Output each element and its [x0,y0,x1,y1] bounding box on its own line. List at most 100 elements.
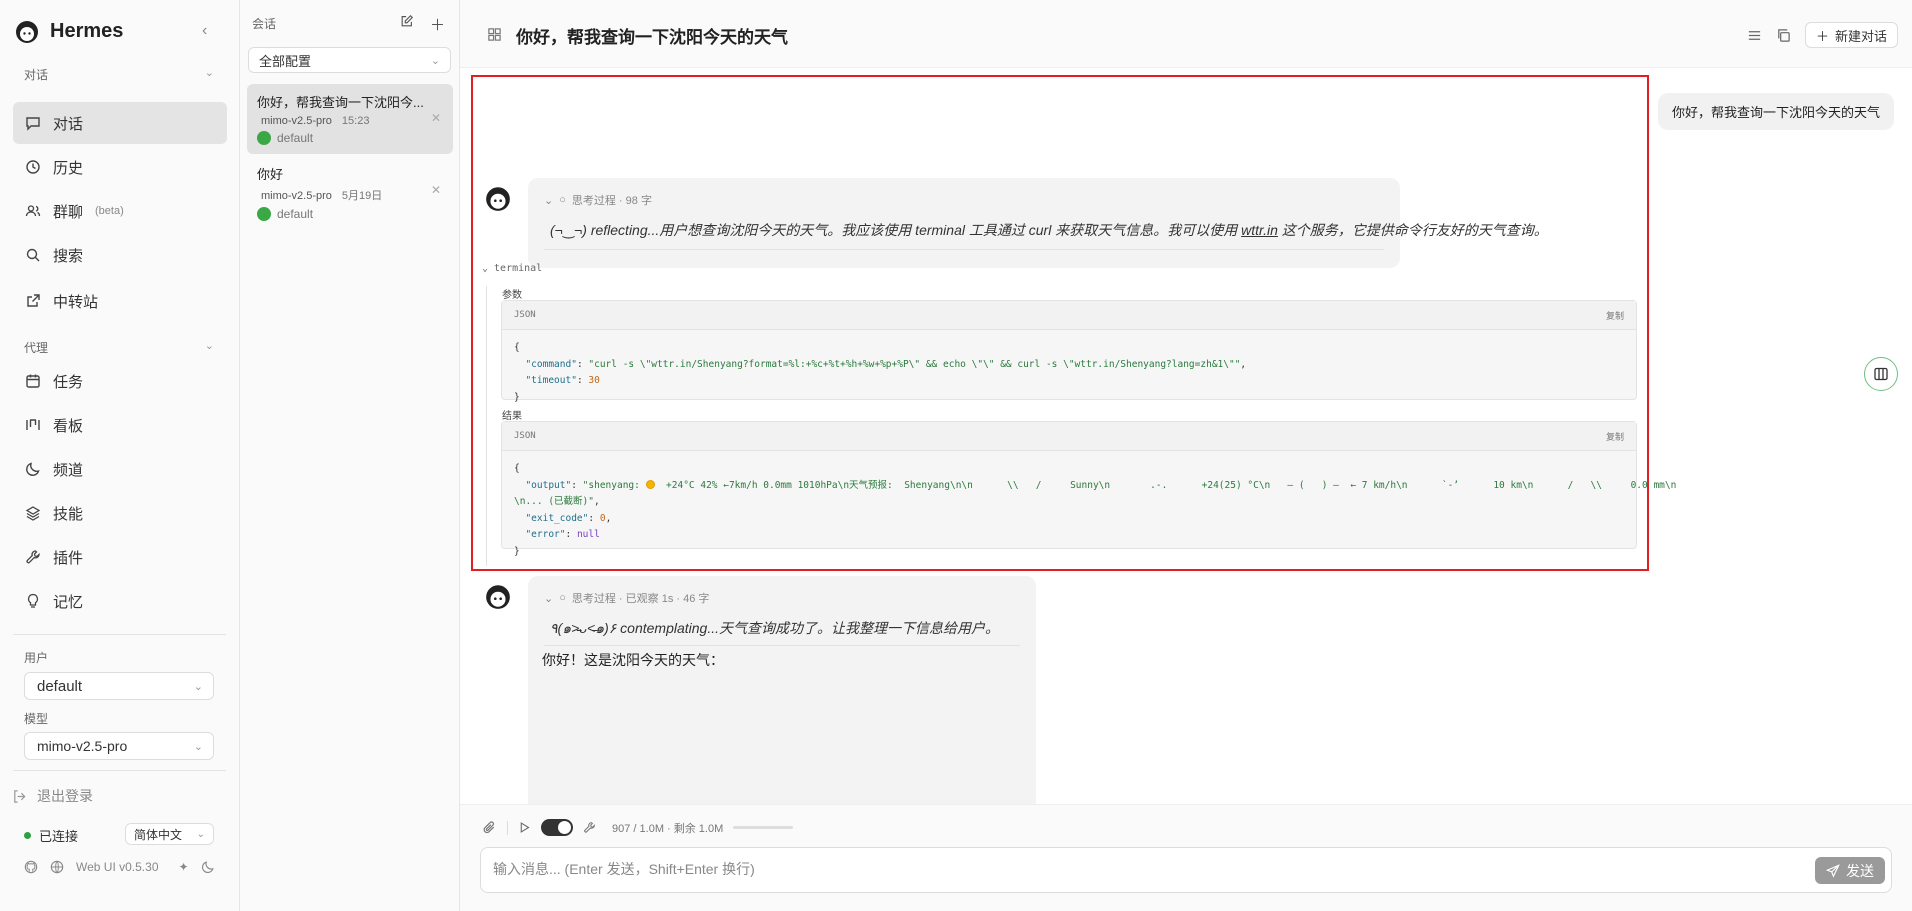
connection-status: 已连接 [24,826,78,845]
section-chat-text: 对话 [24,68,49,82]
app-name: Hermes [50,19,124,42]
thinking-header[interactable]: ⌄ ○ 思考过程 · 已观察 1s · 46 字 [544,590,709,606]
conversation-panel: 会话 ＋ 全部配置 ⌄ 你好，帮我查询一下沈阳今... mimo-v2.5-pro… [240,0,460,911]
thinking-block: ⌄ ○ 思考过程 · 98 字 (¬‿¬) reflecting...用户想查询沈阳… [528,178,1548,268]
logout-label: 退出登录 [37,788,93,804]
chevron-down-icon: ⌄ [193,740,203,753]
moon-icon[interactable] [201,860,215,874]
language-select[interactable]: 简体中文 ⌄ [125,823,214,845]
code-lang: JSON [514,310,536,320]
tool-call-guide [486,286,487,566]
tool-call-header[interactable]: ⌄ terminal [482,263,542,274]
sidebar-item-relay[interactable]: 中转站 [13,280,227,322]
conversation-item[interactable]: 你好 mimo-v2.5-pro 5月19日 default ✕ [247,156,453,226]
chevron-down-icon: ⌄ [544,194,554,207]
chevron-down-icon: ⌄ [193,680,203,693]
chevron-down-icon: ⌄ [204,340,214,352]
github-icon[interactable] [24,860,38,874]
add-conversation-button[interactable]: ＋ [430,14,445,35]
sidebar-item-kanban[interactable]: 看板 [13,404,227,446]
conversation-meta: mimo-v2.5-pro 15:23 [261,115,443,127]
thinking-header[interactable]: ⌄ ○ 思考过程 · 98 字 [544,192,652,208]
search-icon [25,247,41,263]
context-usage-bar [733,826,794,829]
sidebar-item-search[interactable]: 搜索 [13,234,227,276]
thinking-header-text: 思考过程 · 98 字 [571,195,652,207]
model-select[interactable]: mimo-v2.5-pro ⌄ [24,732,214,760]
close-icon[interactable]: ✕ [431,183,441,197]
conversation-user-name: default [277,131,314,145]
user-select[interactable]: default ⌄ [24,672,214,700]
json-string: "curl -s \"wttr.in/Shenyang?format=%l:+%… [588,358,1241,370]
conversation-model: mimo-v2.5-pro [261,190,332,202]
divider [13,770,226,771]
copy-button[interactable]: 复制 [1606,430,1624,443]
logout-button[interactable]: 退出登录 [12,786,93,806]
play-icon[interactable] [518,821,531,834]
hermes-logo-icon [14,18,40,44]
message-input[interactable] [493,861,1553,877]
page-title: 你好，帮我查询一下沈阳今天的天气 [516,28,788,47]
sidebar-item-plugins[interactable]: 插件 [13,536,227,578]
attach-icon[interactable] [482,820,497,835]
sidebar-item-skills[interactable]: 技能 [13,492,227,534]
sidebar-item-tasks[interactable]: 任务 [13,360,227,402]
section-chat-label[interactable]: 对话 ⌄ [24,66,214,83]
chevron-down-icon: ⌄ [430,54,440,67]
sparkle-icon[interactable]: ✦ [179,860,189,874]
sidebar-item-history[interactable]: 历史 [13,146,227,188]
sidebar-item-label: 看板 [53,417,84,435]
new-chat-label: 新建对话 [1834,28,1887,44]
sidebar-item-memory[interactable]: 记忆 [13,580,227,622]
thinking-text-a: (¬‿¬) reflecting...用户想查询沈阳今天的天气。我应该使用 te… [550,222,1242,238]
conversation-time: 5月19日 [341,190,383,202]
sun-icon [645,479,655,489]
bulb-icon [25,593,41,609]
connection-status-text: 已连接 [39,829,79,844]
new-chat-button[interactable]: ＋ 新建对话 [1804,22,1898,48]
grid-icon[interactable] [487,27,502,42]
divider [544,249,1384,250]
sidebar-item-group-chat[interactable]: 群聊 (beta) [13,190,227,232]
conversation-time: 15:23 [341,115,370,127]
result-code-block: JSON 复制 { "output": "shenyang: +24°C 42% … [501,421,1676,557]
sidebar-footer: Web UI v0.5.30 ✦ [24,860,215,874]
send-label: 发送 [1846,862,1874,879]
copy-button[interactable]: 复制 [1606,309,1624,322]
close-icon[interactable]: ✕ [431,111,441,125]
mode-toggle[interactable] [541,819,573,836]
params-label: 参数 [502,290,522,301]
brand: Hermes [14,18,123,44]
calendar-icon [25,373,41,389]
sidebar-item-label: 群聊 [53,203,84,221]
send-button[interactable]: 发送 [1815,857,1885,884]
conversation-title: 你好，帮我查询一下沈阳今... [257,95,424,110]
sidebar-item-chat[interactable]: 对话 [13,102,227,144]
tool-name: terminal [494,263,543,274]
side-panel-toggle-button[interactable] [1864,357,1898,391]
params-code-block: JSON 复制 { "command": "curl -s \"wttr.in/S… [501,300,1637,403]
profile-filter-select[interactable]: 全部配置 ⌄ [248,47,451,73]
globe-icon[interactable] [50,860,64,874]
edit-icon[interactable] [400,14,414,35]
json-null: null [576,529,600,540]
copy-icon[interactable] [1776,28,1791,43]
sidebar-item-label: 中转站 [53,293,99,311]
list-icon[interactable] [1747,28,1762,43]
chevron-down-icon: ⌄ [204,67,214,79]
wrench-icon[interactable] [583,821,596,834]
json-string: \n... (已截断)" [514,496,594,507]
collapse-sidebar-button[interactable]: ‹ [202,22,207,40]
thinking-text: (¬‿¬) reflecting...用户想查询沈阳今天的天气。我应该使用 te… [550,220,1548,240]
sidebar-item-label: 任务 [53,373,84,391]
thought-icon: ○ [559,194,566,206]
thought-icon: ○ [559,592,566,604]
assistant-answer: 你好！这是沈阳今天的天气： [542,652,724,668]
conversation-item[interactable]: 你好，帮我查询一下沈阳今... mimo-v2.5-pro 15:23 defau… [247,84,453,154]
external-link-icon [25,293,41,309]
wttr-link[interactable]: wttr.in [1241,222,1278,238]
sidebar-item-channels[interactable]: 频道 [13,448,227,490]
divider [544,645,1020,646]
section-agent-label[interactable]: 代理 ⌄ [24,339,214,356]
avatar [257,207,271,221]
